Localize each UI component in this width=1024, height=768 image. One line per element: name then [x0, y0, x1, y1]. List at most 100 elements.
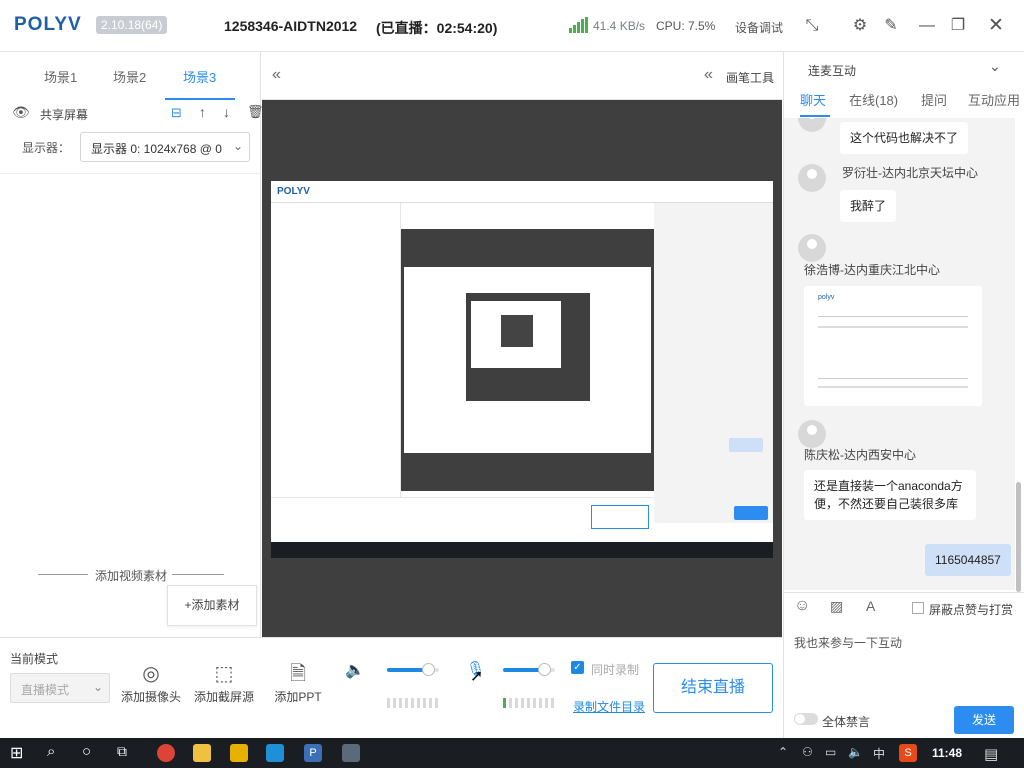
explorer-icon[interactable]: [193, 744, 211, 762]
tab-questions[interactable]: 提问: [921, 90, 947, 109]
tab-scene2[interactable]: 场景2: [113, 67, 146, 86]
divider: [0, 173, 261, 174]
speaker-icon[interactable]: 🔈: [345, 660, 365, 680]
divider: [818, 326, 968, 328]
avatar: [798, 234, 826, 262]
ime-indicator[interactable]: 中: [873, 745, 885, 762]
restore-icon[interactable]: ❐: [946, 14, 970, 38]
mic-volume-slider[interactable]: [503, 663, 555, 676]
app-icon[interactable]: [342, 744, 360, 762]
sogou-icon[interactable]: S: [899, 744, 917, 762]
signal-icon: [569, 17, 589, 33]
add-ppt-button[interactable]: 🗎 添加PPT: [272, 660, 324, 705]
avatar: [798, 118, 826, 132]
arrow-down-icon[interactable]: ↓: [223, 104, 230, 120]
app-icon[interactable]: [230, 744, 248, 762]
tab-chat[interactable]: 聊天: [800, 90, 826, 109]
collapse-icon[interactable]: ⤡: [800, 14, 824, 38]
add-camera-button[interactable]: ◎ 添加摄像头: [120, 660, 182, 705]
mute-all-toggle[interactable]: [794, 713, 818, 725]
network-icon[interactable]: ⚇: [802, 745, 813, 759]
volume-knob[interactable]: [421, 663, 435, 676]
preview-taskbar: [271, 542, 773, 558]
mouse-cursor-icon: ➚: [470, 668, 484, 685]
minus-icon[interactable]: ⊟: [171, 105, 182, 121]
chat-scrollbar[interactable]: [1016, 482, 1021, 592]
version-badge: 2.10.18(64): [96, 16, 168, 34]
arrow-up-icon[interactable]: ↑: [199, 104, 206, 120]
chevron-down-icon[interactable]: ⌄: [989, 58, 1001, 75]
canvas-toolbar: « « 画笔工具: [262, 52, 782, 100]
connect-mic-header[interactable]: 连麦互动: [808, 62, 856, 79]
nested-core: [501, 315, 533, 347]
display-icon[interactable]: ▭: [825, 745, 836, 759]
add-screen-capture-button[interactable]: ⬚ 添加截屏源: [192, 660, 256, 705]
emoji-icon[interactable]: ☺: [794, 597, 810, 615]
shield-checkbox[interactable]: [912, 602, 924, 614]
image-icon[interactable]: ▨: [830, 598, 843, 615]
source-row[interactable]: 👁 共享屏幕 ⊟ ↑ ↓ 🗑: [0, 104, 264, 124]
tab-scene3[interactable]: 场景3: [183, 67, 216, 86]
input-toolbar: ☺ ▨ A 屏蔽点赞与打赏: [784, 592, 1024, 622]
tab-scene1[interactable]: 场景1: [44, 67, 77, 86]
mode-select[interactable]: 直播模式 ⌄: [10, 673, 110, 703]
sync-record-checkbox[interactable]: ✓: [571, 661, 584, 674]
add-screen-capture-label: 添加截屏源: [193, 690, 254, 704]
mic-knob[interactable]: [537, 663, 551, 676]
send-button[interactable]: 发送: [954, 706, 1014, 734]
volume-icon[interactable]: 🔈: [848, 745, 863, 759]
gear-icon[interactable]: ⚙: [848, 14, 872, 38]
chrome-icon[interactable]: [157, 744, 175, 762]
search-icon[interactable]: ⌕: [47, 743, 55, 760]
windows-start-icon[interactable]: ⊞: [10, 743, 23, 763]
collapse-left-icon[interactable]: «: [272, 66, 281, 84]
end-live-button[interactable]: 结束直播: [653, 663, 773, 713]
camera-icon: ◎: [142, 663, 160, 685]
nested-preview: [404, 267, 651, 453]
tab-online[interactable]: 在线(18): [849, 90, 898, 109]
mode-value: 直播模式: [21, 683, 70, 697]
eye-icon[interactable]: 👁: [12, 104, 30, 121]
chat-image[interactable]: polyv: [804, 286, 982, 406]
record-dir-link[interactable]: 录制文件目录: [573, 698, 645, 715]
divider: [172, 574, 224, 575]
app-icon[interactable]: [266, 744, 284, 762]
preview-end-button: [591, 505, 649, 529]
font-size-icon[interactable]: A: [866, 598, 875, 614]
screen-share-preview: POLYV: [271, 181, 773, 558]
divider: [818, 386, 968, 388]
pin-icon[interactable]: ✎: [879, 14, 903, 38]
windows-taskbar: ⊞ ⌕ ○ ⧉ P ⌃ ⚇ ▭ 🔈 中 S 11:48 ▤: [0, 738, 1024, 768]
task-view-icon[interactable]: ⧉: [117, 743, 127, 760]
polyv-app-icon[interactable]: P: [304, 744, 322, 762]
collapse-right-icon[interactable]: «: [704, 66, 713, 84]
source-name: 共享屏幕: [40, 108, 89, 122]
message-input[interactable]: 我也来参与一下互动: [794, 634, 1014, 651]
nested-inner: [471, 301, 561, 368]
device-debug-button[interactable]: 设备调试: [735, 19, 783, 36]
cortana-icon[interactable]: ○: [82, 743, 91, 760]
pen-tool-button[interactable]: 画笔工具: [726, 69, 774, 86]
room-id: 1258346-AIDTN2012: [224, 18, 358, 34]
preview-canvas-inner: [401, 229, 654, 491]
speaker-meter: [387, 698, 439, 708]
avatar: [798, 420, 826, 448]
scene-panel: 场景1 场景2 场景3 👁 共享屏幕 ⊟ ↑ ↓ 🗑 显示器： 显示器 0: 1…: [0, 52, 264, 637]
active-tab-indicator: [165, 98, 235, 100]
mic-meter: [503, 698, 555, 708]
display-select[interactable]: 显示器 0: 1024x768 @ 0 ⌄: [80, 132, 250, 162]
divider: [818, 378, 968, 379]
notification-icon[interactable]: ▤: [984, 745, 998, 763]
chat-bubble: 这个代码也解决不了: [840, 122, 969, 154]
add-camera-label: 添加摄像头: [120, 690, 181, 704]
chat-sender: 陈庆松-达内西安中心: [804, 448, 916, 462]
add-material-button[interactable]: +添加素材: [167, 585, 257, 626]
close-icon[interactable]: ✕: [984, 14, 1008, 38]
minimize-icon[interactable]: —: [915, 14, 939, 38]
add-video-label: 添加视频素材: [94, 569, 167, 583]
avatar: [798, 164, 826, 192]
chat-bubble: 还是直接装一个anaconda方便，不然还要自己装很多库: [804, 470, 976, 520]
tab-apps[interactable]: 互动应用: [968, 90, 1020, 109]
tray-expand-icon[interactable]: ⌃: [778, 745, 788, 759]
speaker-volume-slider[interactable]: [387, 663, 439, 676]
